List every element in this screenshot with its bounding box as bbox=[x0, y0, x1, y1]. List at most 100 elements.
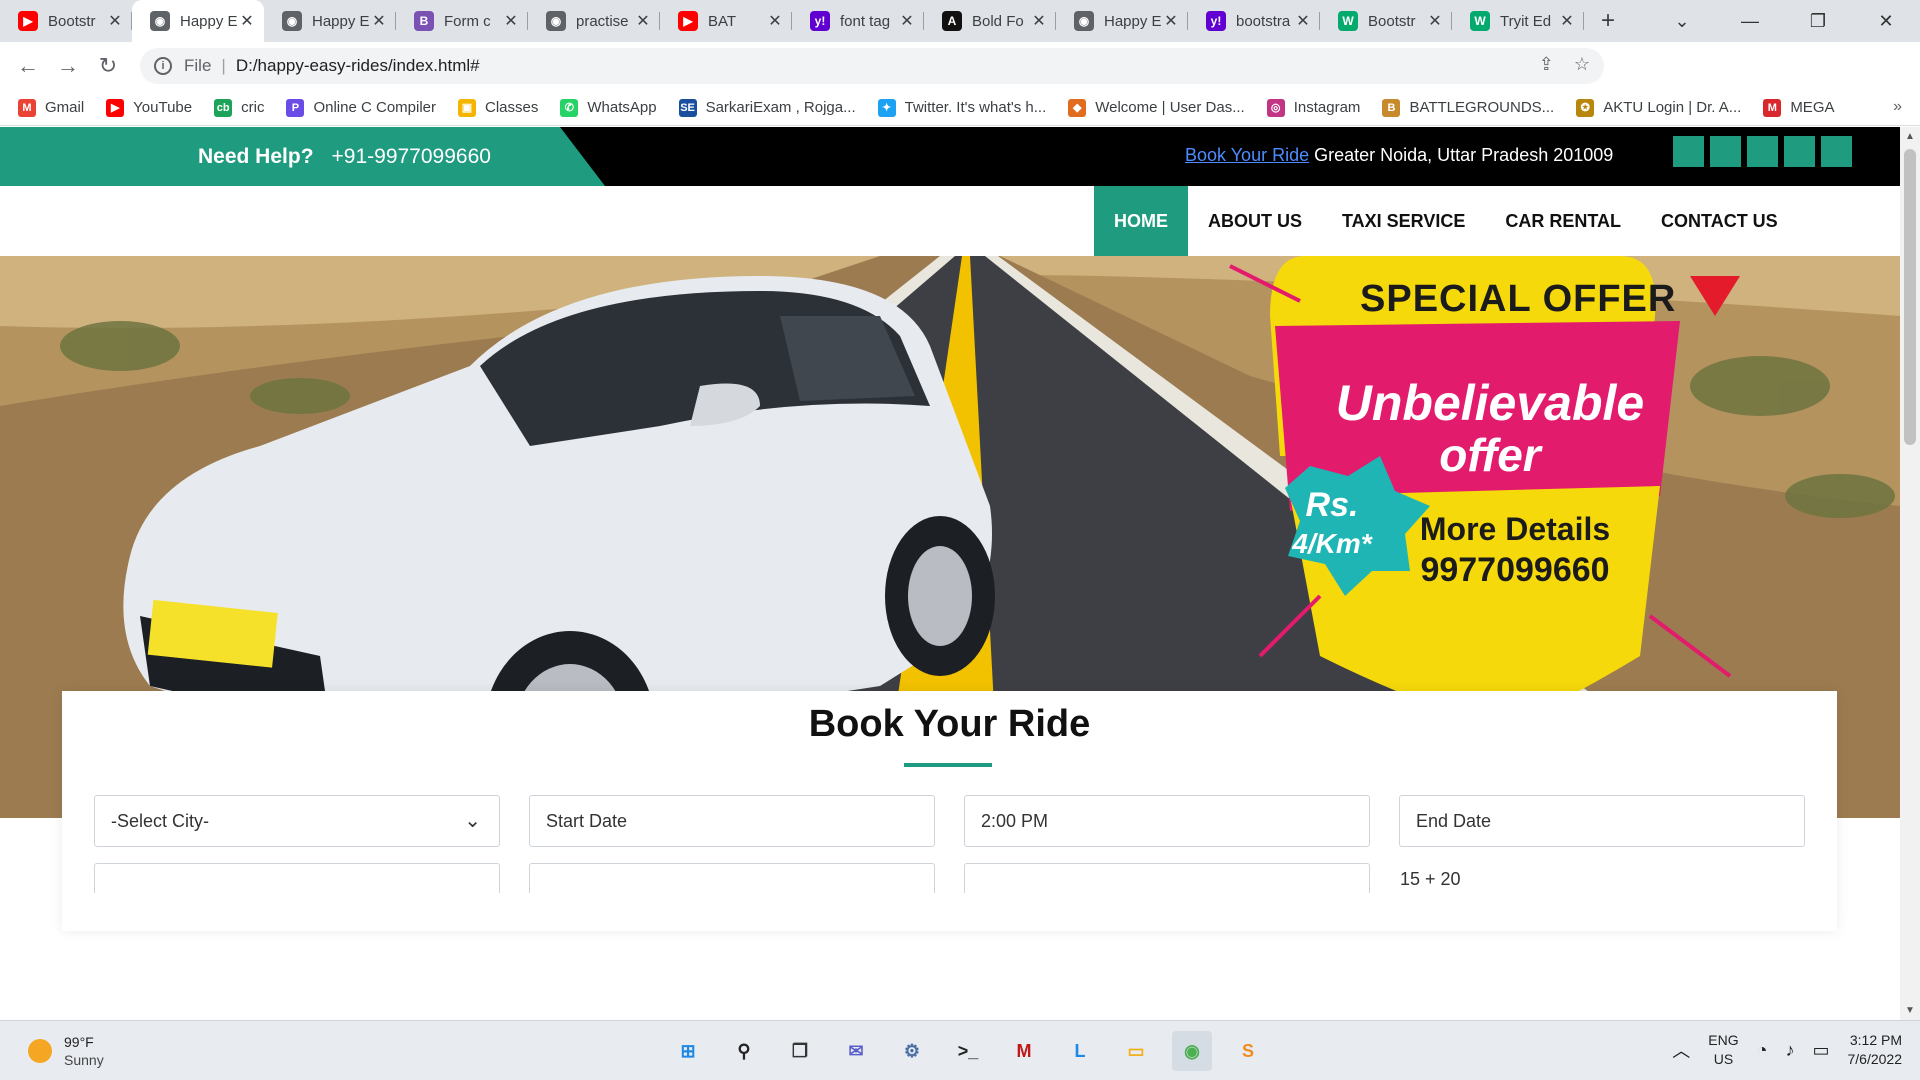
start-date-field[interactable]: Start Date bbox=[529, 795, 935, 847]
tab-close-icon[interactable]: ✕ bbox=[898, 11, 916, 31]
sublime-text-icon[interactable]: S bbox=[1228, 1031, 1268, 1071]
scroll-down-icon[interactable]: ▼ bbox=[1900, 1005, 1920, 1016]
terminal-icon[interactable]: >_ bbox=[948, 1031, 988, 1071]
site-info-icon[interactable]: i bbox=[154, 57, 172, 75]
tab-close-icon[interactable]: ✕ bbox=[1162, 11, 1180, 31]
search-icon[interactable]: ⚲ bbox=[724, 1031, 764, 1071]
back-icon[interactable]: ← bbox=[8, 53, 48, 79]
nav-item-contact-us[interactable]: CONTACT US bbox=[1641, 186, 1798, 256]
bookmark-item[interactable]: cb cric bbox=[214, 98, 265, 117]
tab-close-icon[interactable]: ✕ bbox=[1294, 11, 1312, 31]
clock-date: 7/6/2022 bbox=[1847, 1051, 1903, 1067]
browser-tab[interactable]: y! bootstra ✕ bbox=[1188, 0, 1320, 42]
tab-close-icon[interactable]: ✕ bbox=[1426, 11, 1444, 31]
restore-button[interactable]: ❐ bbox=[1784, 11, 1852, 32]
chrome-icon[interactable]: ◉ bbox=[1172, 1031, 1212, 1071]
bookmark-item[interactable]: ✪ AKTU Login | Dr. A... bbox=[1576, 98, 1741, 117]
close-window-button[interactable]: ✕ bbox=[1852, 11, 1920, 32]
minimize-button[interactable]: — bbox=[1716, 11, 1784, 32]
browser-tab[interactable]: W Tryit Ed ✕ bbox=[1452, 0, 1584, 42]
browser-tab[interactable]: ◉ Happy E ✕ bbox=[132, 0, 264, 42]
scroll-thumb[interactable] bbox=[1904, 149, 1916, 445]
browser-tab[interactable]: ◉ Happy E ✕ bbox=[264, 0, 396, 42]
tab-close-icon[interactable]: ✕ bbox=[1030, 11, 1048, 31]
browser-tab[interactable]: ◉ practise ✕ bbox=[528, 0, 660, 42]
battery-icon[interactable]: ▭ bbox=[1812, 1040, 1829, 1061]
chat-icon[interactable]: ✉ bbox=[836, 1031, 876, 1071]
weather-widget[interactable]: 99°F Sunny bbox=[28, 1033, 104, 1069]
bookmark-item[interactable]: ✦ Twitter. It's what's h... bbox=[877, 98, 1046, 117]
browser-tab[interactable]: ▶ BAT ✕ bbox=[660, 0, 792, 42]
file-explorer-icon[interactable]: ▭ bbox=[1116, 1031, 1156, 1071]
facebook-icon[interactable] bbox=[1673, 136, 1704, 167]
language-indicator[interactable]: ENG US bbox=[1708, 1031, 1738, 1069]
bookmarks-overflow-icon[interactable]: » bbox=[1893, 98, 1902, 116]
l-app-icon[interactable]: L bbox=[1060, 1031, 1100, 1071]
help-phone[interactable]: +91-9977099660 bbox=[332, 145, 491, 169]
wifi-icon[interactable]: ◔ bbox=[1757, 1040, 1768, 1061]
bookmark-item[interactable]: M MEGA bbox=[1763, 98, 1835, 117]
tab-search-icon[interactable]: ⌄ bbox=[1648, 11, 1716, 32]
clock-time: 3:12 PM bbox=[1849, 1032, 1902, 1048]
bookmark-label: cric bbox=[241, 99, 265, 116]
address-bar[interactable]: i File | D:/happy-easy-rides/index.html#… bbox=[140, 48, 1604, 84]
second-row-field-1[interactable] bbox=[94, 863, 500, 893]
gmail-icon: M bbox=[18, 98, 36, 117]
task-view-icon[interactable]: ❐ bbox=[780, 1031, 820, 1071]
second-row-field-3[interactable] bbox=[964, 863, 1370, 893]
browser-tab[interactable]: W Bootstr ✕ bbox=[1320, 0, 1452, 42]
settings-icon[interactable]: ⚙ bbox=[892, 1031, 932, 1071]
system-clock[interactable]: 3:12 PM 7/6/2022 bbox=[1848, 1031, 1903, 1069]
second-row-field-2[interactable] bbox=[529, 863, 935, 893]
nav-item-car-rental[interactable]: CAR RENTAL bbox=[1485, 186, 1641, 256]
tab-close-icon[interactable]: ✕ bbox=[766, 11, 784, 31]
browser-tab[interactable]: y! font tag ✕ bbox=[792, 0, 924, 42]
linkedin-icon[interactable] bbox=[1784, 136, 1815, 167]
reload-icon[interactable]: ↻ bbox=[88, 53, 128, 79]
browser-tab[interactable]: ▶ Bootstr ✕ bbox=[0, 0, 132, 42]
browser-tab[interactable]: A Bold Fo ✕ bbox=[924, 0, 1056, 42]
mcafee-icon[interactable]: M bbox=[1004, 1031, 1044, 1071]
end-date-field[interactable]: End Date bbox=[1399, 795, 1805, 847]
book-your-ride-link[interactable]: Book Your Ride bbox=[1185, 145, 1309, 165]
tab-close-icon[interactable]: ✕ bbox=[634, 11, 652, 31]
scroll-up-icon[interactable]: ▲ bbox=[1900, 131, 1920, 142]
tab-close-icon[interactable]: ✕ bbox=[238, 11, 256, 31]
bookmark-item[interactable]: ▶ YouTube bbox=[106, 98, 192, 117]
tab-close-icon[interactable]: ✕ bbox=[106, 11, 124, 31]
booking-title: Book Your Ride bbox=[808, 703, 1091, 745]
weather-text: 99°F Sunny bbox=[64, 1033, 104, 1069]
twitter-icon[interactable] bbox=[1710, 136, 1741, 167]
nav-item-taxi-service[interactable]: TAXI SERVICE bbox=[1322, 186, 1485, 256]
bookmark-item[interactable]: ◆ Welcome | User Das... bbox=[1068, 98, 1245, 117]
new-tab-button[interactable]: + bbox=[1588, 7, 1628, 35]
volume-icon[interactable]: ♪ bbox=[1785, 1040, 1794, 1061]
bookmark-item[interactable]: ◎ Instagram bbox=[1266, 98, 1360, 117]
youtube-icon[interactable] bbox=[1821, 136, 1852, 167]
nav-item-home[interactable]: HOME bbox=[1094, 186, 1188, 256]
instagram-icon[interactable] bbox=[1747, 136, 1778, 167]
bookmark-item[interactable]: SE SarkariExam , Rojga... bbox=[678, 98, 856, 117]
bookmark-item[interactable]: B BATTLEGROUNDS... bbox=[1382, 98, 1554, 117]
omnibox-actions: ⇪ ☆ bbox=[1539, 54, 1590, 75]
browser-tab[interactable]: ◉ Happy E ✕ bbox=[1056, 0, 1188, 42]
url-text[interactable]: D:/happy-easy-rides/index.html# bbox=[236, 56, 480, 76]
bookmark-star-icon[interactable]: ☆ bbox=[1574, 54, 1590, 75]
bookmark-item[interactable]: M Gmail bbox=[18, 98, 84, 117]
nav-item-about-us[interactable]: ABOUT US bbox=[1188, 186, 1322, 256]
tab-close-icon[interactable]: ✕ bbox=[1558, 11, 1576, 31]
bookmark-item[interactable]: ✆ WhatsApp bbox=[560, 98, 657, 117]
forward-icon[interactable]: → bbox=[48, 53, 88, 79]
time-field[interactable]: 2:00 PM bbox=[964, 795, 1370, 847]
youtube-icon: ▶ bbox=[678, 11, 698, 31]
windows-start-icon[interactable]: ⊞ bbox=[668, 1031, 708, 1071]
bookmark-item[interactable]: ▣ Classes bbox=[458, 98, 538, 117]
page-scrollbar[interactable]: ▲ ▼ bbox=[1900, 127, 1920, 1020]
tab-close-icon[interactable]: ✕ bbox=[370, 11, 388, 31]
show-hidden-icons-icon[interactable]: ︿ bbox=[1672, 1037, 1690, 1063]
city-select[interactable]: -Select City- ⌄ bbox=[94, 795, 500, 847]
browser-tab[interactable]: B Form c ✕ bbox=[396, 0, 528, 42]
share-icon[interactable]: ⇪ bbox=[1539, 54, 1554, 75]
tab-close-icon[interactable]: ✕ bbox=[502, 11, 520, 31]
bookmark-item[interactable]: P Online C Compiler bbox=[286, 98, 436, 117]
